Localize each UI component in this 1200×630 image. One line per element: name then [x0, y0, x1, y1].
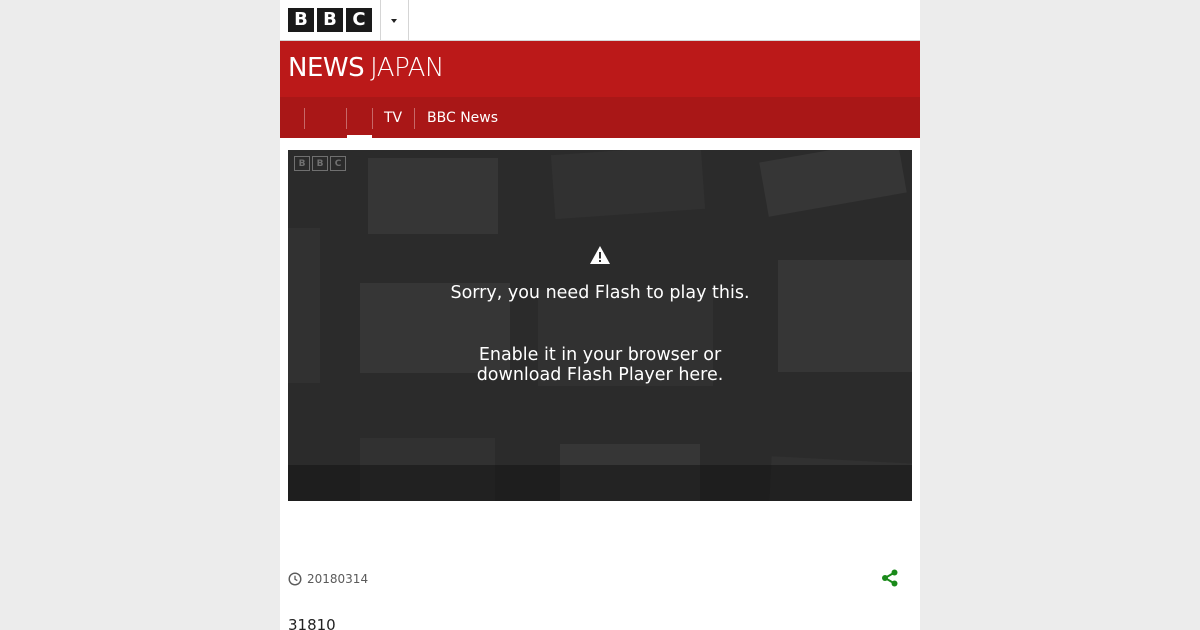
clock-icon: [288, 572, 302, 586]
bbc-top-bar: B B C: [280, 0, 920, 41]
publish-date: 20180314: [307, 572, 369, 586]
player-bbc-logo: B B C: [294, 156, 346, 171]
divider: [372, 108, 373, 129]
news-japan-logo[interactable]: NEWS JAPAN: [288, 53, 444, 83]
player-logo-letter: B: [312, 156, 328, 171]
news-masthead: NEWS JAPAN: [280, 41, 920, 97]
nav-item-1[interactable]: [305, 97, 346, 138]
nav-active-indicator: [347, 135, 372, 138]
player-logo-letter: B: [294, 156, 310, 171]
chevron-down-icon: [391, 19, 397, 23]
bbc-logo-letter: B: [288, 8, 314, 32]
flash-required-message: Sorry, you need Flash to play this.: [450, 283, 750, 303]
article-meta: 20180314: [288, 570, 368, 588]
bbc-logo[interactable]: B B C: [288, 8, 372, 32]
divider: [408, 0, 409, 40]
enable-flash-message[interactable]: Enable it in your browser or download Fl…: [450, 345, 750, 385]
nav-item-2[interactable]: [347, 97, 372, 138]
share-icon[interactable]: [880, 568, 900, 588]
page: B B C NEWS JAPAN TV BBC News B B C Sorry…: [280, 0, 920, 630]
player-overlay: [288, 150, 912, 501]
brand-news: NEWS: [288, 53, 365, 83]
more-menu-button[interactable]: [380, 0, 408, 40]
nav-item-tv[interactable]: TV: [384, 97, 402, 138]
bbc-logo-letter: B: [317, 8, 343, 32]
section-nav: TV BBC News: [280, 97, 920, 138]
player-logo-letter: C: [330, 156, 346, 171]
article-body-text: 31810: [288, 616, 336, 630]
divider: [414, 108, 415, 129]
nav-item-bbc-news[interactable]: BBC News: [427, 97, 498, 138]
warning-icon: [590, 246, 610, 264]
video-player[interactable]: B B C Sorry, you need Flash to play this…: [288, 150, 912, 501]
brand-region: JAPAN: [370, 53, 444, 83]
player-control-bar: [288, 465, 912, 501]
bbc-logo-letter: C: [346, 8, 372, 32]
